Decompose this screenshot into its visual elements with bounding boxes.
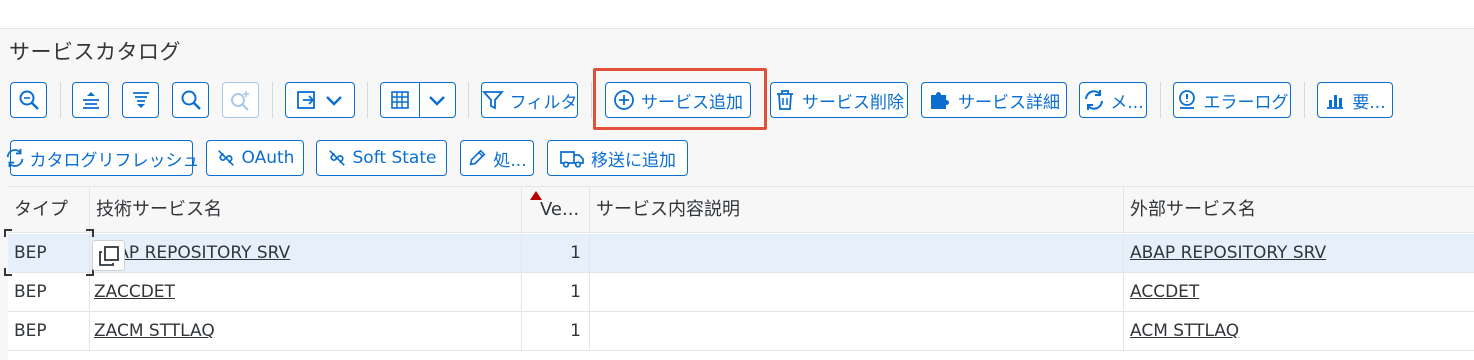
- trash-icon: [777, 90, 793, 110]
- cell-version: 1: [522, 234, 590, 272]
- service-details-button[interactable]: サービス詳細: [921, 82, 1067, 118]
- focus-corner: [4, 268, 12, 276]
- service-catalog-table: タイプ 技術サービス名 Ve... サービス内容説明 外部サービス名 BEP A…: [8, 186, 1474, 360]
- page-title: サービスカタログ: [9, 40, 181, 64]
- external-service-link[interactable]: ACCDET: [1130, 282, 1199, 302]
- focus-corner: [86, 229, 94, 237]
- table-row[interactable]: BEP ZACM STTLAQ 1 ACM STTLAQ: [8, 312, 1474, 351]
- toolbar-separator: [591, 82, 592, 118]
- delete-service-label: サービス削除: [802, 92, 904, 113]
- column-header-external-service-name[interactable]: 外部サービス名: [1124, 187, 1474, 233]
- cell-technical-service-name: ZACM STTLAQ: [90, 312, 522, 350]
- copy-button[interactable]: [92, 240, 125, 271]
- chevron-down-icon: [326, 96, 342, 106]
- delete-service-button[interactable]: サービス削除: [770, 82, 908, 118]
- error-log-label: エラーログ: [1203, 92, 1289, 113]
- table-row[interactable]: BEP ABAP REPOSITORY SRV 1 ABAP REPOSITOR…: [8, 234, 1474, 273]
- search-button[interactable]: [172, 82, 209, 118]
- column-header-description[interactable]: サービス内容説明: [590, 187, 1124, 233]
- process-button[interactable]: 処...: [460, 140, 534, 176]
- bar-chart-icon: [1327, 95, 1344, 109]
- refresh-icon: [6, 148, 23, 168]
- filter-icon: [481, 91, 504, 110]
- table-grid-icon: [390, 91, 409, 109]
- filter-button[interactable]: フィルタ: [481, 82, 578, 118]
- layout-menu-button[interactable]: [380, 82, 456, 118]
- cell-external-service-name: ACM STTLAQ: [1124, 312, 1474, 350]
- toolbar-separator: [468, 82, 469, 118]
- toolbar-separator: [1304, 82, 1305, 118]
- focus-corner: [4, 229, 12, 237]
- error-log-icon: [1178, 90, 1195, 109]
- oauth-button[interactable]: OAuth: [206, 140, 304, 176]
- external-service-link[interactable]: ACM STTLAQ: [1130, 321, 1239, 341]
- refresh-icon: [1085, 90, 1104, 110]
- add-to-transport-label: 移送に追加: [591, 150, 676, 171]
- cell-type: BEP: [8, 312, 90, 350]
- export-menu-button[interactable]: [285, 82, 355, 118]
- toolbar-separator: [1160, 82, 1161, 118]
- search-icon: [181, 90, 201, 110]
- copy-icon: [98, 245, 119, 266]
- service-details-label: サービス詳細: [958, 92, 1060, 113]
- error-log-button[interactable]: エラーログ: [1173, 82, 1291, 118]
- cell-type: BEP: [8, 234, 90, 272]
- unlink-icon: [217, 150, 234, 166]
- sort-ascending-icon: [82, 92, 99, 109]
- summary-label: 要...: [1352, 92, 1386, 113]
- unlink-icon: [328, 150, 345, 166]
- sort-indicator-icon: [530, 191, 542, 200]
- zoom-button[interactable]: [10, 82, 47, 118]
- cell-version: 1: [522, 273, 590, 311]
- chevron-down-icon: [429, 96, 446, 106]
- column-header-technical-service-name[interactable]: 技術サービス名: [90, 187, 522, 233]
- search-plus-icon: [230, 91, 249, 111]
- zoom-icon: [19, 90, 39, 110]
- oauth-label: OAuth: [241, 148, 295, 168]
- soft-state-label: Soft State: [352, 148, 437, 168]
- process-label: 処...: [493, 150, 527, 171]
- catalog-refresh-button[interactable]: カタログリフレッシュ: [6, 140, 200, 176]
- sort-descending-button[interactable]: [122, 82, 159, 118]
- cell-version: 1: [522, 312, 590, 350]
- cell-description: [590, 312, 1124, 350]
- toolbar-separator: [367, 82, 368, 118]
- column-header-type[interactable]: タイプ: [8, 187, 90, 233]
- highlight-box: [593, 68, 767, 130]
- toolbar-separator: [60, 82, 61, 118]
- external-service-link[interactable]: ABAP REPOSITORY SRV: [1130, 243, 1326, 263]
- cell-description: [590, 273, 1124, 311]
- puzzle-icon: [931, 92, 949, 109]
- summary-button[interactable]: 要...: [1317, 82, 1393, 118]
- edit-pencil-icon: [469, 149, 486, 166]
- search-next-button[interactable]: [222, 82, 259, 118]
- sort-descending-icon: [132, 92, 149, 108]
- cell-type: BEP: [8, 273, 90, 311]
- technical-service-link[interactable]: ZACM STTLAQ: [94, 321, 215, 341]
- cell-external-service-name: ACCDET: [1124, 273, 1474, 311]
- toolbar-separator: [272, 82, 273, 118]
- cell-technical-service-name: ZACCDET: [90, 273, 522, 311]
- export-icon: [297, 91, 315, 109]
- table-header: タイプ 技術サービス名 Ve... サービス内容説明 外部サービス名: [8, 187, 1474, 233]
- sort-ascending-button[interactable]: [72, 82, 109, 118]
- add-to-transport-button[interactable]: 移送に追加: [547, 140, 688, 176]
- soft-state-button[interactable]: Soft State: [316, 140, 447, 176]
- filter-button-label: フィルタ: [509, 92, 578, 113]
- cell-description: [590, 234, 1124, 272]
- table-row[interactable]: BEP ZACCDET 1 ACCDET: [8, 273, 1474, 312]
- catalog-refresh-label: カタログリフレッシュ: [29, 150, 200, 171]
- cell-external-service-name: ABAP REPOSITORY SRV: [1124, 234, 1474, 272]
- technical-service-link[interactable]: ZACCDET: [94, 282, 175, 302]
- refresh-metadata-label: メ...: [1110, 92, 1144, 113]
- cell-technical-service-name: ABAP REPOSITORY SRV: [90, 234, 522, 272]
- truck-icon: [560, 151, 584, 168]
- refresh-metadata-button[interactable]: メ...: [1079, 82, 1147, 118]
